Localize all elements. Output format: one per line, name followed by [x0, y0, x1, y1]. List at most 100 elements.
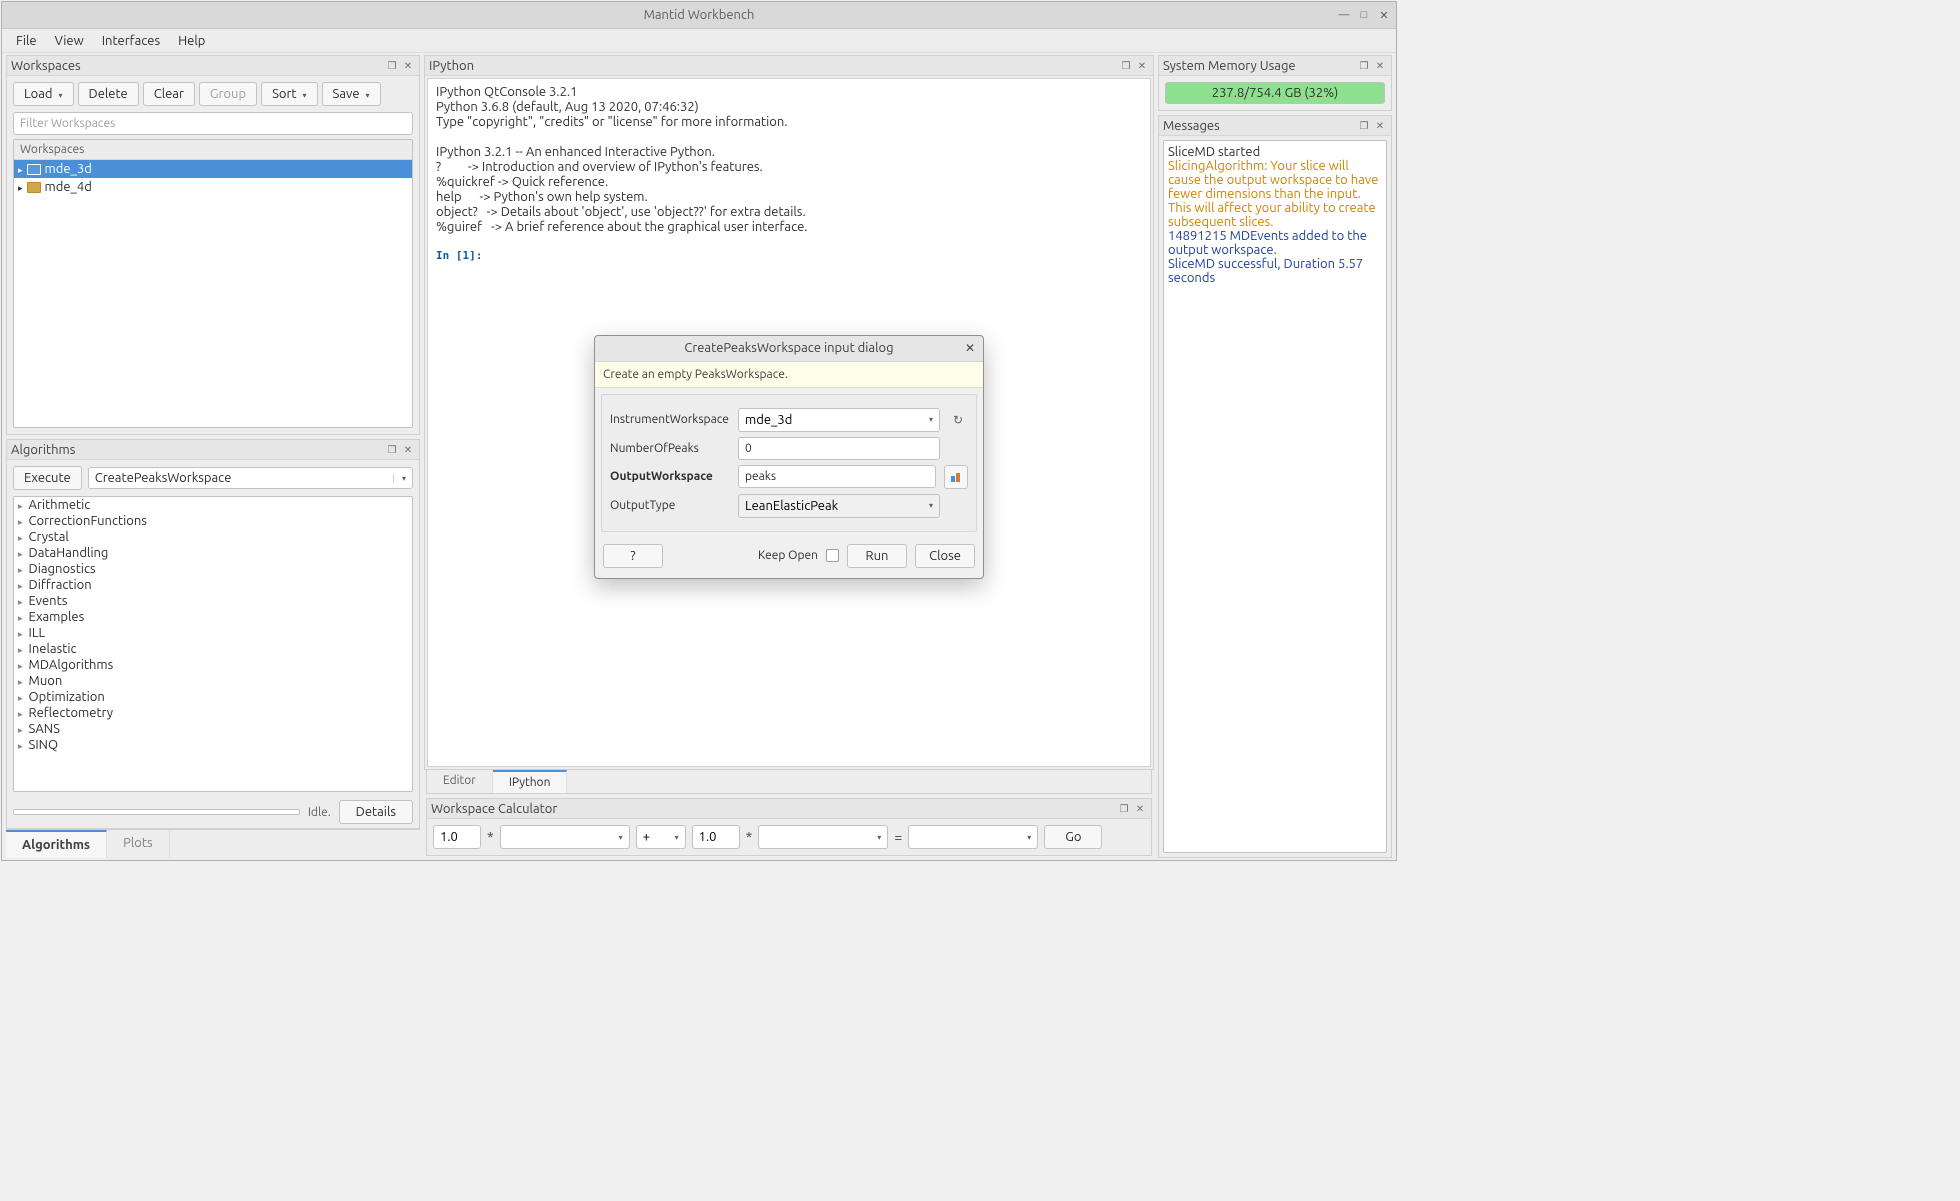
- category-label: Muon: [29, 674, 63, 688]
- chevron-right-icon[interactable]: [18, 738, 23, 752]
- chevron-right-icon[interactable]: [18, 162, 23, 176]
- multiply-icon: *: [746, 829, 753, 845]
- workspaces-tree[interactable]: Workspaces mde_3d mde_4d: [13, 139, 413, 428]
- rhs-scale-combo[interactable]: 1.0: [692, 825, 740, 849]
- category-label: DataHandling: [29, 546, 109, 560]
- chevron-right-icon[interactable]: [18, 594, 23, 608]
- dock-float-icon[interactable]: ❐: [385, 59, 399, 73]
- delete-button[interactable]: Delete: [78, 82, 139, 106]
- algorithm-category[interactable]: DataHandling: [14, 545, 412, 561]
- lhs-workspace-combo[interactable]: ▾: [500, 825, 630, 849]
- workspace-name: mde_4d: [45, 180, 92, 194]
- tab-algorithms[interactable]: Algorithms: [6, 830, 107, 858]
- dock-close-icon[interactable]: ✕: [1133, 802, 1147, 816]
- dialog-banner: Create an empty PeaksWorkspace.: [595, 362, 983, 388]
- algorithm-category[interactable]: ILL: [14, 625, 412, 641]
- rhs-workspace-combo[interactable]: ▾: [758, 825, 888, 849]
- menu-interfaces[interactable]: Interfaces: [94, 31, 168, 51]
- tab-ipython[interactable]: IPython: [493, 770, 568, 793]
- chevron-right-icon[interactable]: [18, 546, 23, 560]
- close-button[interactable]: Close: [915, 544, 975, 568]
- dock-float-icon[interactable]: ❐: [1117, 802, 1131, 816]
- clear-button[interactable]: Clear: [143, 82, 195, 106]
- chevron-right-icon[interactable]: [18, 562, 23, 576]
- chevron-down-icon: [59, 87, 63, 101]
- chevron-right-icon[interactable]: [18, 626, 23, 640]
- algorithm-category[interactable]: Diagnostics: [14, 561, 412, 577]
- chevron-right-icon[interactable]: [18, 610, 23, 624]
- chevron-right-icon[interactable]: [18, 690, 23, 704]
- menu-help[interactable]: Help: [170, 31, 213, 51]
- chevron-right-icon[interactable]: [18, 674, 23, 688]
- algorithm-category[interactable]: Diffraction: [14, 577, 412, 593]
- algorithm-category[interactable]: Events: [14, 593, 412, 609]
- status-idle: Idle.: [308, 806, 331, 819]
- chevron-right-icon[interactable]: [18, 514, 23, 528]
- chevron-right-icon[interactable]: [18, 658, 23, 672]
- dock-float-icon[interactable]: ❐: [1357, 59, 1371, 73]
- algorithm-category[interactable]: Reflectometry: [14, 705, 412, 721]
- maximize-icon[interactable]: □: [1356, 7, 1372, 23]
- instrument-workspace-combo[interactable]: mde_3d▾: [738, 408, 940, 432]
- close-icon[interactable]: ✕: [1376, 7, 1392, 23]
- minimize-icon[interactable]: —: [1336, 7, 1352, 23]
- lhs-scale-combo[interactable]: 1.0: [433, 825, 481, 849]
- dock-close-icon[interactable]: ✕: [1135, 59, 1149, 73]
- chevron-right-icon[interactable]: [18, 180, 23, 194]
- dialog-close-icon[interactable]: ✕: [965, 341, 975, 355]
- chevron-right-icon[interactable]: [18, 706, 23, 720]
- menu-file[interactable]: File: [8, 31, 45, 51]
- chevron-right-icon[interactable]: [18, 530, 23, 544]
- workspace-pick-icon[interactable]: [944, 465, 968, 489]
- run-button[interactable]: Run: [847, 544, 907, 568]
- dock-close-icon[interactable]: ✕: [401, 59, 415, 73]
- operator-combo[interactable]: +▾: [636, 825, 686, 849]
- filter-workspaces-input[interactable]: [13, 112, 413, 135]
- sort-button[interactable]: Sort: [261, 82, 317, 106]
- dock-close-icon[interactable]: ✕: [401, 443, 415, 457]
- workspace-item-mde-4d[interactable]: mde_4d: [14, 178, 412, 196]
- tab-editor[interactable]: Editor: [427, 770, 493, 793]
- chevron-right-icon[interactable]: [18, 722, 23, 736]
- output-type-combo[interactable]: LeanElasticPeak▾: [738, 494, 940, 518]
- algorithm-category[interactable]: Crystal: [14, 529, 412, 545]
- algorithm-category[interactable]: SINQ: [14, 737, 412, 753]
- algorithms-tree[interactable]: ArithmeticCorrectionFunctionsCrystalData…: [13, 496, 413, 792]
- algorithm-category[interactable]: MDAlgorithms: [14, 657, 412, 673]
- chevron-right-icon[interactable]: [18, 498, 23, 512]
- algorithm-category[interactable]: CorrectionFunctions: [14, 513, 412, 529]
- messages-body[interactable]: SliceMD startedSlicingAlgorithm: Your sl…: [1163, 140, 1387, 853]
- chevron-right-icon[interactable]: [18, 642, 23, 656]
- equals-label: =: [894, 829, 902, 845]
- algorithm-category[interactable]: SANS: [14, 721, 412, 737]
- chevron-right-icon[interactable]: [18, 578, 23, 592]
- menu-view[interactable]: View: [47, 31, 92, 51]
- algorithm-category[interactable]: Muon: [14, 673, 412, 689]
- tab-plots[interactable]: Plots: [107, 830, 170, 858]
- algorithm-select[interactable]: CreatePeaksWorkspace ▾: [88, 467, 413, 489]
- number-of-peaks-input[interactable]: [738, 437, 940, 460]
- execute-button[interactable]: Execute: [13, 466, 82, 490]
- algorithm-category[interactable]: Inelastic: [14, 641, 412, 657]
- algorithm-category[interactable]: Arithmetic: [14, 497, 412, 513]
- dock-close-icon[interactable]: ✕: [1373, 119, 1387, 133]
- save-button[interactable]: Save: [322, 82, 381, 106]
- group-button[interactable]: Group: [199, 82, 257, 106]
- dock-float-icon[interactable]: ❐: [1119, 59, 1133, 73]
- help-button[interactable]: ?: [603, 544, 663, 568]
- workspace-item-mde-3d[interactable]: mde_3d: [14, 160, 412, 178]
- history-icon[interactable]: ↻: [948, 410, 968, 430]
- dock-float-icon[interactable]: ❐: [385, 443, 399, 457]
- details-button[interactable]: Details: [339, 800, 413, 824]
- output-workspace-combo[interactable]: ▾: [908, 825, 1038, 849]
- chevron-down-icon: [366, 87, 370, 101]
- algorithm-category[interactable]: Examples: [14, 609, 412, 625]
- algorithm-category[interactable]: Optimization: [14, 689, 412, 705]
- keep-open-checkbox[interactable]: [826, 549, 839, 562]
- go-button[interactable]: Go: [1044, 825, 1102, 849]
- dock-float-icon[interactable]: ❐: [1357, 119, 1371, 133]
- output-workspace-input[interactable]: [738, 465, 936, 488]
- dock-close-icon[interactable]: ✕: [1373, 59, 1387, 73]
- load-button[interactable]: Load: [13, 82, 74, 106]
- close-label: Close: [929, 549, 961, 563]
